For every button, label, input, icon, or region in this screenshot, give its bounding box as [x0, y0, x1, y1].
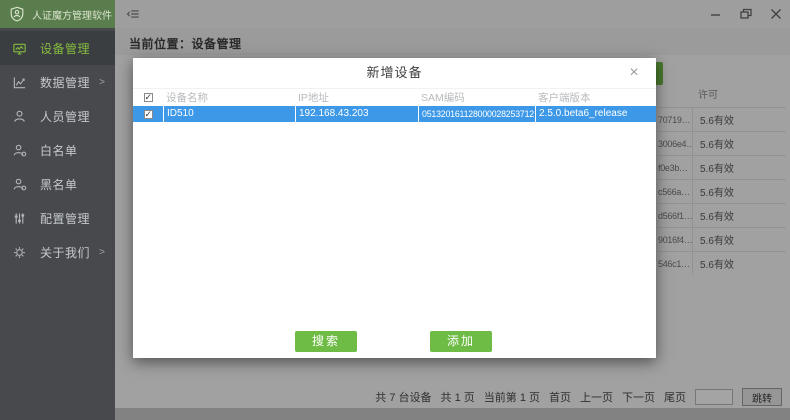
client-version-cell: 2.5.0.beta6_release	[535, 106, 656, 122]
data-manage-icon	[12, 75, 27, 90]
config-sliders-icon	[12, 211, 27, 226]
add-device-dialog: 新增设备 × 设备名称 IP地址 SAM编码 客户端版本 ID510 192.1…	[133, 58, 656, 358]
blacklist-person-icon	[12, 177, 27, 192]
app-logo: 人证魔方管理软件	[0, 0, 115, 28]
select-all-checkbox[interactable]	[144, 93, 153, 102]
sidebar-item-label: 人员管理	[40, 108, 90, 125]
sam-code-cell: 051320161128000028253712…	[418, 106, 535, 122]
add-button[interactable]: 添加	[430, 331, 492, 352]
sidebar-item-label: 黑名单	[40, 176, 78, 193]
col-header-version: 客户端版本	[535, 90, 656, 105]
sidebar-item-config-manage[interactable]: 配置管理	[0, 201, 115, 235]
chevron-right-icon: >	[99, 77, 105, 88]
search-button[interactable]: 搜索	[295, 331, 357, 352]
new-device-table: 设备名称 IP地址 SAM编码 客户端版本 ID510 192.168.43.2…	[133, 88, 656, 122]
whitelist-person-icon	[12, 143, 27, 158]
sidebar-item-data-manage[interactable]: 数据管理 >	[0, 65, 115, 99]
shield-logo-icon	[9, 6, 25, 22]
row-checkbox[interactable]	[144, 110, 153, 119]
person-manage-icon	[12, 109, 27, 124]
col-header-sam: SAM编码	[418, 90, 535, 105]
sidebar-item-label: 关于我们	[40, 244, 90, 261]
sidebar-item-label: 配置管理	[40, 210, 90, 227]
app-window: 人证魔方管理软件 设备管理 数据管理 >	[0, 0, 790, 420]
sidebar-item-whitelist[interactable]: 白名单	[0, 133, 115, 167]
sidebar-item-blacklist[interactable]: 黑名单	[0, 167, 115, 201]
close-icon: ×	[629, 64, 638, 81]
device-row-selected[interactable]: ID510 192.168.43.203 0513201611280000282…	[133, 106, 656, 122]
sidebar-item-person-manage[interactable]: 人员管理	[0, 99, 115, 133]
app-title: 人证魔方管理软件	[32, 7, 112, 22]
gear-icon	[12, 245, 27, 260]
chevron-right-icon: >	[99, 247, 105, 258]
dialog-title: 新增设备	[133, 58, 656, 88]
device-manage-icon	[12, 41, 27, 56]
sidebar-item-label: 数据管理	[40, 74, 90, 91]
col-header-device-name: 设备名称	[163, 90, 295, 105]
sidebar-item-label: 设备管理	[40, 40, 90, 57]
dialog-header: 新增设备 ×	[133, 58, 656, 88]
device-name-cell: ID510	[163, 106, 295, 122]
table-header-row: 设备名称 IP地址 SAM编码 客户端版本	[133, 89, 656, 106]
ip-address-cell: 192.168.43.203	[295, 106, 418, 122]
sidebar-item-label: 白名单	[40, 142, 78, 159]
col-header-ip: IP地址	[295, 90, 418, 105]
dialog-close-button[interactable]: ×	[624, 63, 644, 83]
sidebar-nav: 设备管理 数据管理 > 人员管理	[0, 31, 115, 269]
sidebar-item-about[interactable]: 关于我们 >	[0, 235, 115, 269]
sidebar: 人证魔方管理软件 设备管理 数据管理 >	[0, 0, 115, 420]
sidebar-item-device-manage[interactable]: 设备管理	[0, 31, 115, 65]
